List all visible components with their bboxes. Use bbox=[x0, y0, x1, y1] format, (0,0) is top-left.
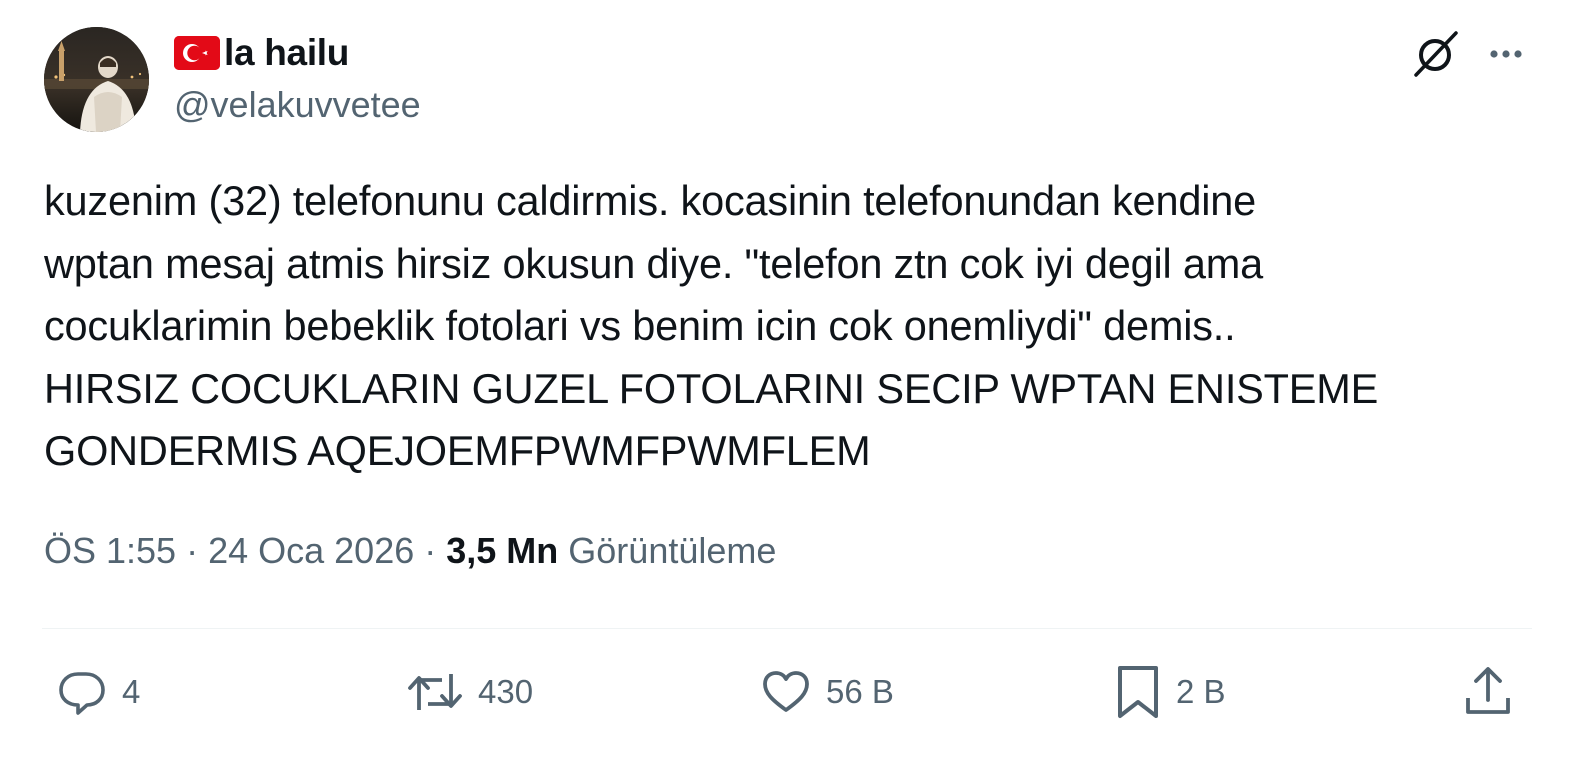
bookmark-count: 2 B bbox=[1176, 673, 1226, 710]
reply-icon bbox=[56, 666, 108, 718]
author-display-name[interactable]: la hailu bbox=[224, 32, 349, 74]
repost-button[interactable]: 430 bbox=[406, 660, 533, 724]
grok-icon[interactable] bbox=[1412, 30, 1460, 78]
views-label: Görüntüleme bbox=[568, 530, 777, 571]
action-bar: 4 430 56 B 2 B bbox=[0, 660, 1596, 724]
like-count: 56 B bbox=[826, 673, 894, 710]
repost-icon bbox=[406, 666, 464, 718]
like-button[interactable]: 56 B bbox=[760, 660, 894, 724]
author-handle[interactable]: @velakuvvetee bbox=[174, 84, 421, 126]
divider bbox=[42, 628, 1532, 629]
share-button[interactable] bbox=[1462, 660, 1514, 724]
bookmark-icon bbox=[1114, 664, 1162, 720]
heart-icon bbox=[760, 666, 812, 718]
tweet-card: la hailu @velakuvvetee kuzenim (32) tele… bbox=[0, 0, 1596, 770]
tweet-date[interactable]: 24 Oca 2026 bbox=[208, 530, 414, 572]
author-name-row[interactable]: la hailu bbox=[174, 30, 349, 76]
share-icon bbox=[1462, 664, 1514, 720]
avatar[interactable] bbox=[44, 27, 149, 132]
turkey-flag-icon bbox=[174, 36, 220, 70]
more-options-icon[interactable] bbox=[1486, 36, 1530, 72]
tweet-time[interactable]: ÖS 1:55 bbox=[44, 530, 176, 572]
meta-separator: · bbox=[186, 530, 199, 571]
meta-separator: · bbox=[424, 530, 437, 571]
tweet-text: kuzenim (32) telefonunu caldirmis. kocas… bbox=[44, 177, 1379, 474]
reply-button[interactable]: 4 bbox=[56, 660, 140, 724]
views-count: 3,5 Mn bbox=[446, 530, 559, 571]
bookmark-button[interactable]: 2 B bbox=[1114, 660, 1226, 724]
tweet-meta: ÖS 1:55 · 24 Oca 2026 · 3,5 Mn Görüntüle… bbox=[44, 530, 776, 572]
repost-count: 430 bbox=[478, 673, 534, 710]
reply-count: 4 bbox=[122, 673, 141, 710]
